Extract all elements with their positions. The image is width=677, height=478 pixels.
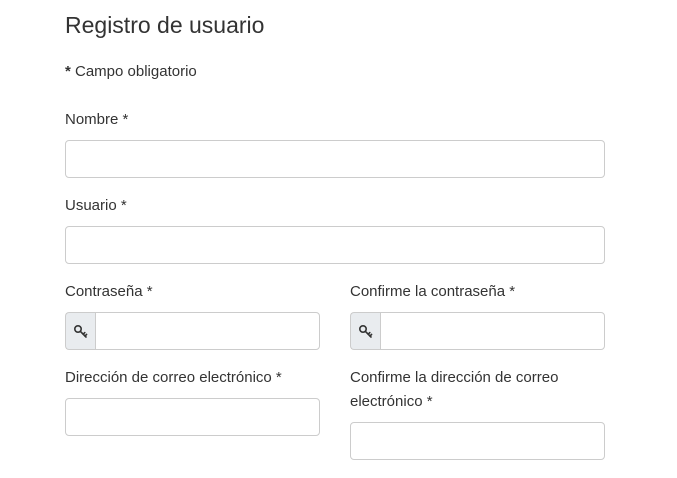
required-note-text: Campo obligatorio — [70, 63, 197, 80]
email-confirm-label: Confirme la dirección de correo electrón… — [350, 369, 559, 410]
password-confirm-input[interactable] — [380, 312, 605, 350]
password-input[interactable] — [95, 312, 320, 350]
usuario-input[interactable] — [65, 226, 605, 264]
required-field-note: * Campo obligatorio — [65, 63, 197, 80]
password-confirm-label: Confirme la contraseña * — [350, 283, 516, 300]
email-label: Dirección de correo electrónico * — [65, 369, 282, 386]
password-confirm-addon — [350, 312, 380, 350]
email-input[interactable] — [65, 398, 320, 436]
usuario-label: Usuario * — [65, 197, 127, 214]
email-confirm-input[interactable] — [350, 422, 605, 460]
key-icon — [358, 324, 372, 338]
password-label: Contraseña * — [65, 283, 153, 300]
password-input-group — [65, 312, 320, 350]
nombre-label: Nombre * — [65, 111, 129, 128]
page-title: Registro de usuario — [65, 12, 265, 38]
key-icon — [73, 324, 87, 338]
nombre-input[interactable] — [65, 140, 605, 178]
password-confirm-input-group — [350, 312, 605, 350]
password-addon — [65, 312, 95, 350]
